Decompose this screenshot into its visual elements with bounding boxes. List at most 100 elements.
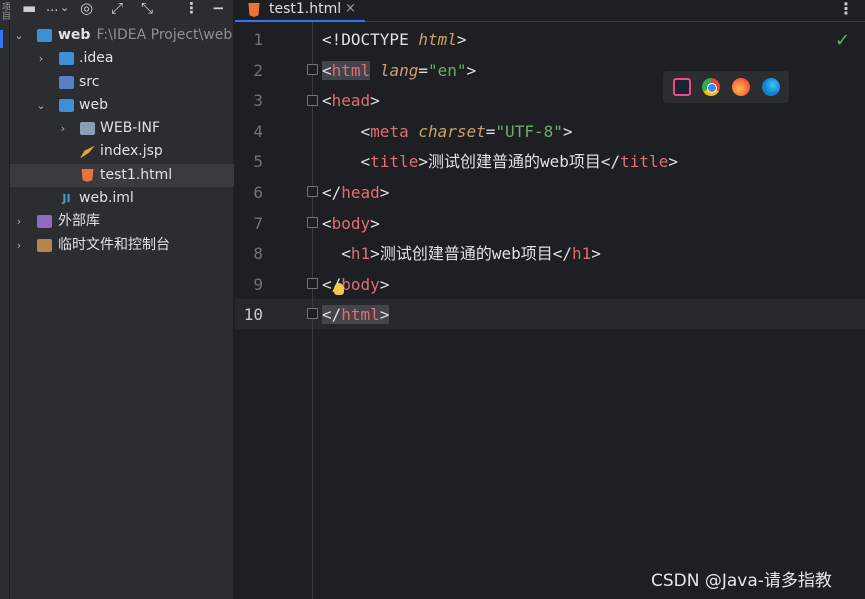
code-token: >: [379, 274, 390, 294]
project-toolbar: ▬ ... ⌄ ◎ ⤢ ⤡ ⋮ −: [10, 0, 234, 20]
locate-icon[interactable]: ◎: [80, 0, 93, 18]
code-token: <: [322, 91, 332, 111]
code-token: body: [331, 213, 371, 233]
collapse-all-icon[interactable]: ⤡: [141, 0, 153, 18]
code-token: >: [370, 91, 380, 111]
chevron-down-icon[interactable]: ⌄: [34, 94, 48, 117]
tab-options-icon[interactable]: ⋮: [838, 0, 854, 18]
code-line-10[interactable]: </html>: [322, 300, 390, 331]
tree-item-idea[interactable]: › .idea: [10, 47, 234, 70]
project-tool-label[interactable]: 项目: [0, 2, 10, 20]
fold-marker-icon[interactable]: [307, 308, 318, 319]
tree-item-web-root[interactable]: ⌄ web F:\IDEA Project\web: [10, 24, 234, 47]
watermark: CSDN @Java-请多指教: [651, 571, 832, 591]
folder-icon: [80, 122, 95, 136]
edge-icon[interactable]: [762, 78, 780, 96]
code-line-7[interactable]: <body>: [322, 209, 380, 240]
code-line-4[interactable]: <meta charset="UTF-8">: [322, 117, 573, 148]
browser-popup: [663, 71, 789, 103]
code-token: >: [379, 305, 390, 325]
line-number: 5: [253, 152, 263, 172]
tree-item-web[interactable]: ⌄ web: [10, 94, 234, 117]
chevron-down-icon[interactable]: ⌄: [12, 24, 26, 47]
chevron-right-icon[interactable]: ›: [12, 234, 26, 257]
line-number: 7: [253, 213, 263, 233]
web-folder-icon: [59, 98, 74, 112]
tree-item-scratches[interactable]: › 临时文件和控制台: [10, 234, 234, 257]
tree-item-label: .idea: [79, 50, 114, 67]
tree-item-external-libraries[interactable]: › 外部库: [10, 210, 234, 233]
fold-marker-icon[interactable]: [307, 217, 318, 228]
code-line-9[interactable]: </body>: [322, 270, 389, 301]
code-token: meta: [370, 121, 409, 141]
close-icon[interactable]: ×: [345, 0, 356, 18]
code-token: </: [322, 305, 342, 325]
tree-item-web-iml[interactable]: JI web.iml: [10, 187, 234, 210]
line-number: 1: [253, 30, 263, 49]
code-token: "UTF-8": [495, 121, 563, 141]
code-token: >: [370, 244, 380, 264]
chevron-right-icon[interactable]: ›: [34, 47, 48, 70]
code-token: >: [370, 213, 380, 233]
editor-area[interactable]: test1.html × ⋮ 1 2 3 4 5 6 7 8 9 10 <!DO…: [235, 0, 865, 599]
expand-all-icon[interactable]: ⤢: [111, 0, 123, 18]
chevron-right-icon[interactable]: ›: [12, 210, 26, 233]
code-token: </: [552, 244, 572, 264]
code-token: </: [600, 152, 621, 172]
chevron-right-icon[interactable]: ›: [56, 117, 70, 140]
code-line-8[interactable]: <h1>测试创建普通的web项目</h1>: [322, 239, 601, 270]
root-path: F:\IDEA Project\web: [96, 27, 233, 43]
code-line-3[interactable]: <head>: [322, 86, 380, 117]
inspection-ok-icon[interactable]: ✓: [835, 30, 850, 51]
hide-panel-icon[interactable]: −: [212, 0, 225, 18]
tree-item-src[interactable]: src: [10, 71, 234, 94]
code-token: lang: [379, 60, 419, 80]
project-view-dropdown[interactable]: ...: [46, 0, 58, 18]
code-line-1[interactable]: <!DOCTYPE html>: [322, 25, 467, 56]
code-token: head: [341, 183, 380, 202]
fold-marker-icon[interactable]: [307, 95, 318, 106]
code-line-2[interactable]: <html lang="en">: [322, 56, 476, 87]
code-token: =: [485, 121, 496, 141]
tree-item-test1-html[interactable]: test1.html: [10, 163, 234, 188]
code-line-6[interactable]: </head>: [322, 178, 389, 209]
code-token: >: [591, 244, 601, 264]
line-number-gutter[interactable]: 1 2 3 4 5 6 7 8 9 10: [235, 22, 318, 599]
chevron-down-icon[interactable]: ⌄: [60, 0, 69, 18]
line-number: 2: [253, 60, 263, 80]
fold-marker-icon[interactable]: [307, 278, 318, 289]
code-token: "en": [427, 60, 467, 80]
root-name: web: [58, 27, 91, 43]
scratches-icon: [37, 238, 52, 252]
code-line-5[interactable]: <title>测试创建普通的web项目</title>: [322, 147, 678, 178]
html-file-icon: [248, 3, 260, 17]
options-menu-icon[interactable]: ⋮: [184, 0, 199, 18]
project-panel: ▬ ... ⌄ ◎ ⤢ ⤡ ⋮ − ⌄ web F:\IDEA Project\w…: [10, 0, 234, 599]
project-view-folder-icon[interactable]: ▬: [22, 0, 36, 18]
line-number: 8: [253, 244, 263, 264]
tree-item-label: index.jsp: [100, 143, 163, 160]
chrome-icon[interactable]: [702, 78, 720, 96]
code-token: </: [322, 183, 342, 202]
intellij-icon[interactable]: [673, 78, 691, 96]
tree-item-label: web.iml: [79, 190, 134, 207]
code-token: html: [418, 30, 457, 49]
code-text: 测试创建普通的web项目: [379, 244, 553, 264]
tab-test1-html[interactable]: test1.html ×: [235, 0, 365, 22]
fold-marker-icon[interactable]: [307, 186, 318, 197]
firefox-icon[interactable]: [732, 78, 750, 96]
line-number: 6: [253, 183, 263, 202]
intention-bulb-icon[interactable]: [334, 283, 344, 295]
code-token: html: [331, 60, 371, 80]
code-token: >: [562, 121, 573, 141]
line-number: 4: [253, 121, 263, 141]
code-token: <: [341, 244, 351, 264]
fold-marker-icon[interactable]: [307, 64, 318, 75]
tree-item-web-inf[interactable]: › WEB-INF: [10, 117, 234, 140]
folder-icon: [59, 52, 74, 66]
code-text: 测试创建普通的web项目: [427, 152, 601, 172]
tree-item-index-jsp[interactable]: index.jsp: [10, 140, 234, 163]
